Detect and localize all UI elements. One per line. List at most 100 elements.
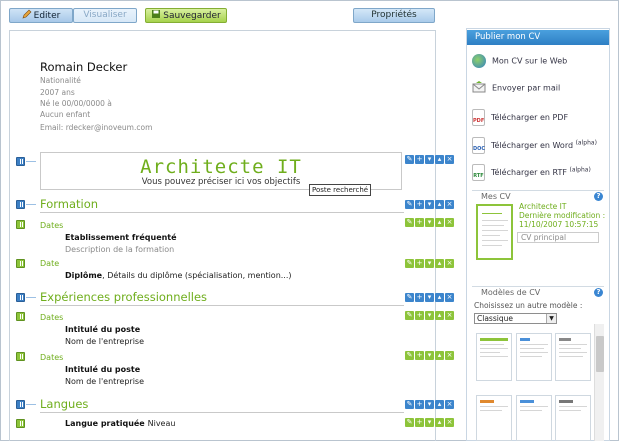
diploma-line[interactable]: Diplôme, Détails du diplôme (spécialisat… [65,271,292,281]
sidebar-item-web[interactable]: Mon CV sur le Web [472,54,567,68]
move-up-icon[interactable]: ▴ [435,311,444,320]
move-up-icon[interactable]: ▴ [435,218,444,227]
model-thumbnail[interactable] [516,395,552,441]
help-icon[interactable]: ? [594,192,603,201]
model-thumbnail[interactable] [555,333,591,381]
scrollbar-thumb[interactable] [596,336,604,372]
edit-icon[interactable]: ✎ [405,218,414,227]
cv-item-title[interactable]: Architecte IT [519,202,566,211]
cv-children[interactable]: Aucun enfant [40,110,90,119]
cv-main-badge[interactable]: CV principal [517,232,599,243]
delete-icon[interactable]: × [445,155,454,164]
sidebar-item-pdf[interactable]: PDF Télécharger en PDF [472,109,568,126]
cv-title[interactable]: Architecte IT [41,156,401,178]
help-icon[interactable]: ? [594,288,603,297]
drag-handle[interactable] [16,400,25,409]
move-down-icon[interactable]: ▾ [425,293,434,302]
delete-icon[interactable]: × [445,311,454,320]
add-icon[interactable]: + [415,351,424,360]
formation-description[interactable]: Description de la formation [65,245,174,254]
move-up-icon[interactable]: ▴ [435,351,444,360]
section-formation-title[interactable]: Formation [40,197,98,211]
cv-birth[interactable]: Né le 00/00/0000 à [40,99,112,108]
model-thumbnail[interactable] [516,333,552,381]
section-languages-title[interactable]: Langues [40,397,88,411]
experience-position[interactable]: Intitulé du poste [65,325,140,334]
cv-nationality[interactable]: Nationalité [40,76,81,85]
delete-icon[interactable]: × [445,293,454,302]
add-icon[interactable]: + [415,418,424,427]
sidebar-item-rtf[interactable]: RTF Télécharger en RTF (alpha) [472,164,591,181]
delete-icon[interactable]: × [445,218,454,227]
drag-handle[interactable] [16,419,25,428]
edit-icon[interactable]: ✎ [405,259,414,268]
entry-actions: ✎ + ▾ ▴ × [405,259,454,268]
move-down-icon[interactable]: ▾ [425,311,434,320]
add-icon[interactable]: + [415,200,424,209]
add-icon[interactable]: + [415,293,424,302]
move-down-icon[interactable]: ▾ [425,155,434,164]
edit-icon[interactable]: ✎ [405,400,414,409]
language-line[interactable]: Langue pratiquée Niveau [65,419,175,429]
move-down-icon[interactable]: ▾ [425,351,434,360]
edit-icon[interactable]: ✎ [405,155,414,164]
move-up-icon[interactable]: ▴ [435,259,444,268]
delete-icon[interactable]: × [445,418,454,427]
cv-age[interactable]: 2007 ans [40,88,75,97]
section-experience-title[interactable]: Expériences professionnelles [40,290,207,304]
delete-icon[interactable]: × [445,400,454,409]
experience-position[interactable]: Intitulé du poste [65,365,140,374]
edit-icon[interactable]: ✎ [405,351,414,360]
move-up-icon[interactable]: ▴ [435,418,444,427]
add-icon[interactable]: + [415,259,424,268]
delete-icon[interactable]: × [445,200,454,209]
formation-school[interactable]: Etablissement fréquenté [65,233,177,242]
drag-handle[interactable] [16,200,25,209]
models-scrollbar[interactable] [594,324,604,441]
edit-icon[interactable]: ✎ [405,293,414,302]
edit-button[interactable]: Editer [9,8,73,23]
add-icon[interactable]: + [415,311,424,320]
model-thumbnail[interactable] [476,333,512,381]
drag-handle[interactable] [16,352,25,361]
move-up-icon[interactable]: ▴ [435,200,444,209]
sidebar-item-mail[interactable]: Envoyer par mail [472,81,560,95]
delete-icon[interactable]: × [445,259,454,268]
move-down-icon[interactable]: ▾ [425,259,434,268]
add-icon[interactable]: + [415,218,424,227]
sidebar-item-word[interactable]: DOC Télécharger en Word (alpha) [472,137,597,154]
move-down-icon[interactable]: ▾ [425,218,434,227]
cv-name[interactable]: Romain Decker [40,60,127,74]
edit-icon[interactable]: ✎ [405,200,414,209]
model-thumbnail[interactable] [555,395,591,441]
move-down-icon[interactable]: ▾ [425,400,434,409]
move-down-icon[interactable]: ▾ [425,418,434,427]
cv-thumbnail[interactable] [476,204,513,260]
model-thumbnail[interactable] [476,395,512,441]
edit-icon[interactable]: ✎ [405,418,414,427]
view-button[interactable]: Visualiser [73,8,137,23]
drag-handle[interactable] [16,293,25,302]
drag-handle[interactable] [16,259,25,268]
add-icon[interactable]: + [415,400,424,409]
move-up-icon[interactable]: ▴ [435,400,444,409]
cv-email[interactable]: Email: rdecker@inoveum.com [40,123,152,132]
formation-date[interactable]: Dates [40,221,63,230]
drag-handle[interactable] [16,312,25,321]
experience-company[interactable]: Nom de l'entreprise [65,377,144,386]
experience-date[interactable]: Dates [40,313,63,322]
save-button[interactable]: Sauvegarder [145,8,227,23]
add-icon[interactable]: + [415,155,424,164]
edit-icon[interactable]: ✎ [405,311,414,320]
delete-icon[interactable]: × [445,351,454,360]
drag-handle[interactable] [16,157,25,166]
move-down-icon[interactable]: ▾ [425,200,434,209]
model-select[interactable]: Classique ▼ [474,313,557,324]
experience-company[interactable]: Nom de l'entreprise [65,337,144,346]
move-up-icon[interactable]: ▴ [435,293,444,302]
diploma-date[interactable]: Date [40,259,59,268]
move-up-icon[interactable]: ▴ [435,155,444,164]
drag-handle[interactable] [16,220,25,229]
properties-button[interactable]: Propriétés [353,8,435,23]
experience-date[interactable]: Dates [40,353,63,362]
